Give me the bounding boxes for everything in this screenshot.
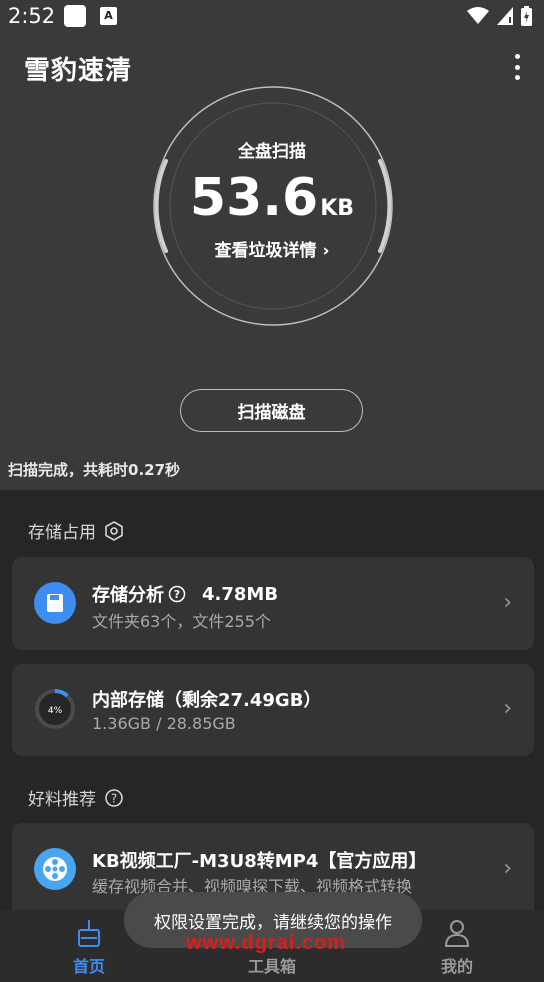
help-icon[interactable]: ? [104,788,124,808]
notification-a-icon: A [100,7,117,25]
more-dot [514,75,520,80]
storage-analysis-title-row: 存储分析 ? 4.78MB [92,581,278,607]
storage-analysis-size: 4.78MB [202,583,279,605]
recommend-section-header: 好料推荐 ? [28,785,124,810]
help-icon[interactable]: ? [168,585,186,603]
tab-toolbox-label: 工具箱 [247,957,296,976]
tab-home-label: 首页 [72,957,105,976]
internal-storage-card[interactable]: 4% 内部存储（剩余27.49GB） 1.36GB / 28.85GB › [12,664,534,756]
junk-size-value: 53.6 [189,168,319,228]
scan-status-text: 扫描完成，共耗时0.27秒 [8,461,181,479]
svg-text:?: ? [111,791,117,805]
internal-storage-subtitle: 1.36GB / 28.85GB [92,714,236,733]
junk-size-unit: KB [320,196,355,221]
more-options-button[interactable] [506,54,528,80]
signal-icon [497,7,513,25]
storage-analysis-card[interactable]: 存储分析 ? 4.78MB 文件夹63个，文件255个 › [12,557,534,650]
internal-storage-title: 内部存储（剩余27.49GB） [92,690,322,711]
watermark: www.dgrai.com [186,932,347,954]
chevron-right-icon: › [322,241,330,261]
status-icons [467,6,532,26]
more-vert-icon [514,54,520,59]
status-time: 2:52 [8,4,56,28]
recommend-section-title: 好料推荐 [28,790,96,810]
broom-icon [78,920,100,947]
storage-usage-ring: 4% [35,689,75,729]
scan-disk-button[interactable]: 扫描磁盘 [180,389,363,432]
film-reel-icon [34,848,76,890]
chevron-right-icon: › [503,856,512,881]
more-dot [514,64,520,70]
storage-section-title: 存储占用 [28,523,96,543]
view-junk-details-label: 查看垃圾详情 [214,241,317,261]
chevron-right-icon: › [503,590,512,615]
view-junk-details-link[interactable]: 查看垃圾详情 › [0,236,544,261]
status-bar: 2:52 A [0,0,544,34]
storage-analysis-subtitle: 文件夹63个，文件255个 [92,612,271,631]
storage-analysis-title: 存储分析 [92,585,164,606]
junk-size: 53.6KB [0,168,544,228]
wifi-icon [467,7,489,24]
tab-profile-label: 我的 [440,957,473,976]
storage-analysis-icon [34,582,76,624]
storage-percent-label: 4% [48,706,63,716]
scan-ring-title: 全盘扫描 [238,142,306,162]
storage-section-header: 存储占用 [28,518,124,543]
svg-text:?: ? [174,588,180,601]
content-panel: 存储占用 存储分析 ? 4.78MB 文件夹63个，文件255个 › 4% 内部… [0,490,544,918]
app-title: 雪豹速清 [24,56,133,86]
recommend-app-title: KB视频工厂-M3U8转MP4【官方应用】 [92,851,427,872]
battery-icon [521,6,532,26]
notification-square-icon [64,5,86,27]
hexagon-settings-icon[interactable] [104,520,124,541]
person-icon [444,920,470,947]
chevron-right-icon: › [503,696,512,721]
